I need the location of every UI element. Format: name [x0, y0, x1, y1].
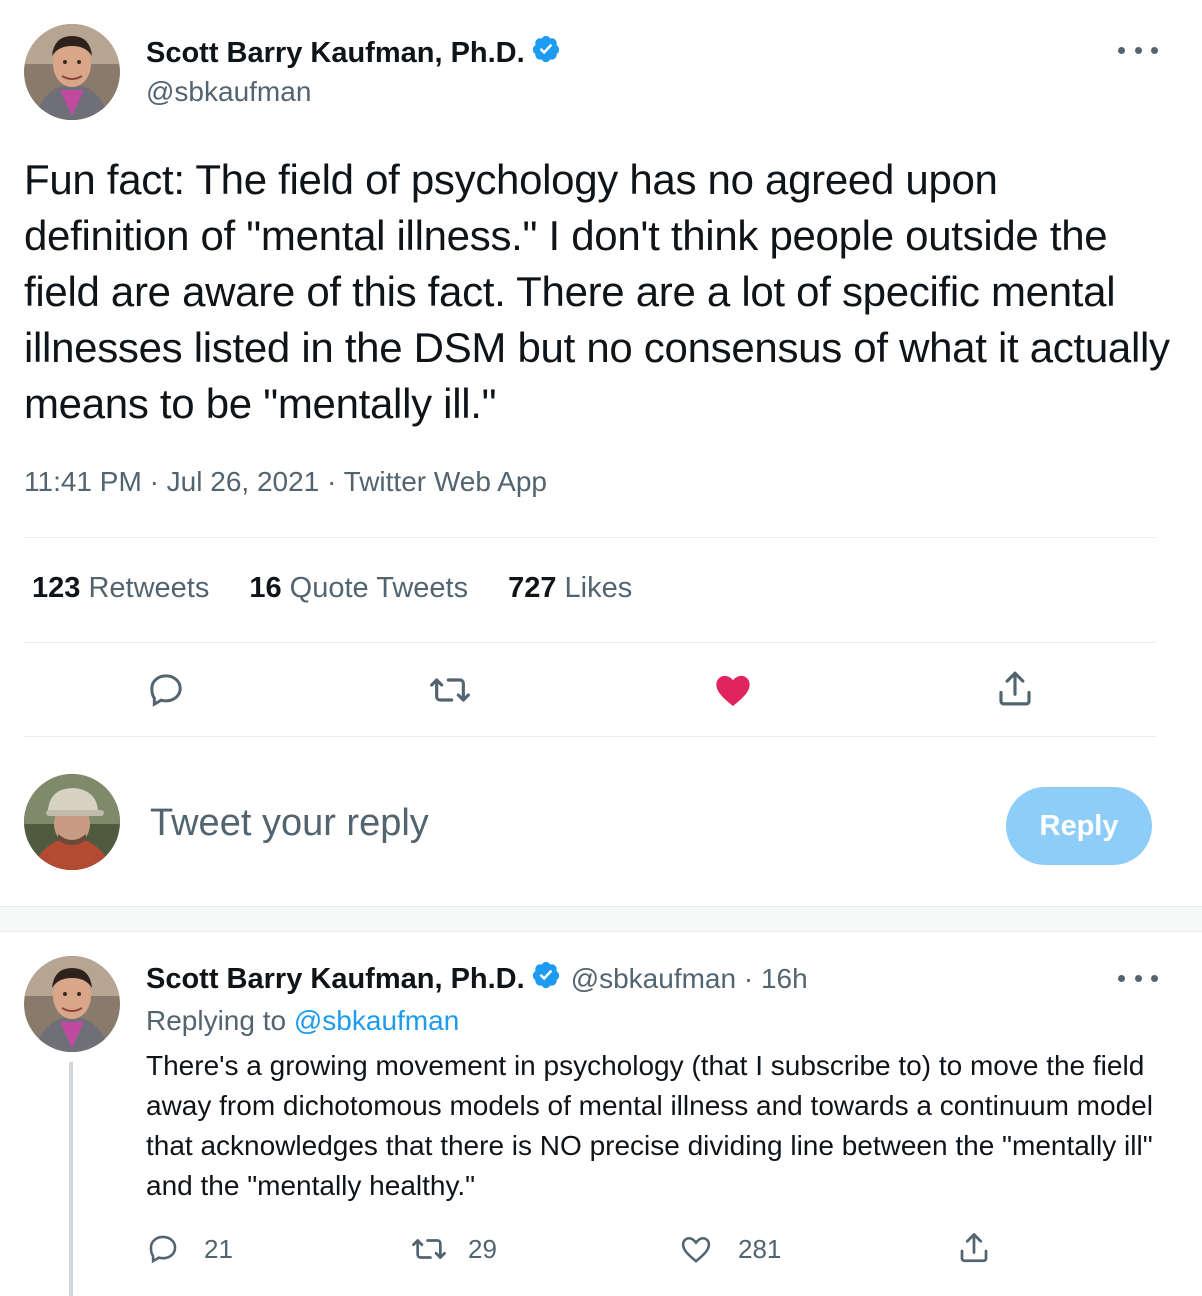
- reply-author-name-text: Scott Barry Kaufman, Ph.D.: [146, 962, 525, 995]
- reply-count: 21: [204, 1233, 233, 1264]
- more-icon[interactable]: [1118, 968, 1158, 988]
- reply-tweet-retweet-button[interactable]: 29: [410, 1232, 497, 1266]
- likes-count: 727: [508, 572, 557, 604]
- meta-separator: ·: [149, 466, 159, 497]
- author-avatar[interactable]: [24, 24, 120, 120]
- retweet-icon: [412, 1239, 446, 1259]
- quotes-label: Quote Tweets: [289, 572, 469, 604]
- quotes-stat[interactable]: 16 Quote Tweets: [249, 572, 468, 605]
- more-icon[interactable]: [1118, 40, 1158, 60]
- retweets-label: Retweets: [88, 572, 210, 604]
- likes-label: Likes: [564, 572, 633, 604]
- replying-prefix: Replying to: [146, 1005, 287, 1036]
- reply-icon: [149, 1235, 177, 1264]
- section-separator: [0, 906, 1202, 932]
- like-count: 281: [738, 1233, 782, 1264]
- replying-to: Replying to @sbkaufman: [146, 1005, 459, 1037]
- retweets-stat[interactable]: 123 Retweets: [32, 572, 209, 605]
- divider: [24, 537, 1156, 538]
- reply-author-name[interactable]: Scott Barry Kaufman, Ph.D. @sbkaufman · …: [146, 960, 808, 998]
- meta-separator: ·: [327, 466, 337, 497]
- like-icon: [716, 675, 750, 706]
- author-handle[interactable]: @sbkaufman: [146, 76, 311, 108]
- share-icon: [960, 1233, 988, 1263]
- reply-submit-button[interactable]: Reply: [1006, 787, 1152, 865]
- thread-line: [69, 1062, 73, 1296]
- verified-icon: [531, 960, 561, 998]
- retweet-icon: [430, 678, 470, 702]
- like-button[interactable]: [712, 670, 754, 710]
- author-name[interactable]: Scott Barry Kaufman, Ph.D.: [146, 34, 561, 72]
- quotes-count: 16: [249, 572, 282, 604]
- tweet-meta: 11:41 PM · Jul 26, 2021 · Twitter Web Ap…: [24, 466, 547, 498]
- reply-handle-time[interactable]: @sbkaufman · 16h: [571, 963, 808, 995]
- divider: [24, 736, 1156, 737]
- verified-icon: [531, 34, 561, 72]
- reply-tweet-share-button[interactable]: [956, 1230, 992, 1266]
- reply-icon: [150, 674, 182, 707]
- likes-stat[interactable]: 727 Likes: [508, 572, 632, 605]
- reply-tweet-text: There's a growing movement in psychology…: [146, 1050, 1153, 1201]
- reply-button[interactable]: [146, 670, 186, 710]
- share-icon: [999, 671, 1031, 706]
- tweet-stats: 123 Retweets 16 Quote Tweets 727 Likes: [32, 572, 632, 605]
- reply-tweet-like-button[interactable]: 281: [678, 1232, 781, 1266]
- share-button[interactable]: [994, 668, 1036, 710]
- retweets-count: 123: [32, 572, 81, 604]
- user-avatar[interactable]: [24, 774, 120, 870]
- tweet-text: Fun fact: The field of psychology has no…: [24, 156, 1170, 427]
- reply-tweet-reply-button[interactable]: 21: [146, 1232, 233, 1266]
- retweet-button[interactable]: [428, 670, 472, 710]
- author-name-text: Scott Barry Kaufman, Ph.D.: [146, 36, 525, 69]
- like-icon: [681, 1236, 711, 1263]
- retweet-count: 29: [468, 1233, 497, 1264]
- divider: [24, 642, 1156, 643]
- tweet-source[interactable]: Twitter Web App: [344, 466, 547, 497]
- replying-mention[interactable]: @sbkaufman: [294, 1005, 459, 1036]
- reply-author-avatar[interactable]: [24, 956, 120, 1052]
- reply-input[interactable]: Tweet your reply: [150, 802, 429, 845]
- tweet-time[interactable]: 11:41 PM: [24, 466, 142, 497]
- tweet-date[interactable]: Jul 26, 2021: [167, 466, 320, 497]
